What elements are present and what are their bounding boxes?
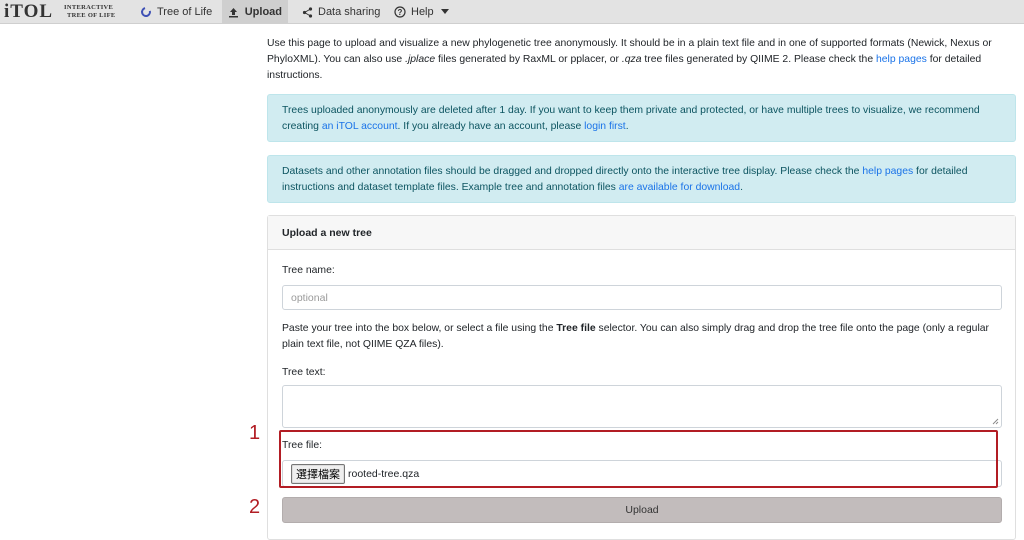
svg-text:?: ?: [398, 8, 403, 17]
nav-help-label: Help: [411, 6, 434, 18]
step-2-marker: 2: [249, 496, 261, 518]
tree-name-input[interactable]: [282, 285, 1002, 310]
create-account-link[interactable]: an iTOL account: [322, 121, 398, 132]
anonymous-upload-alert: Trees uploaded anonymously are deleted a…: [267, 94, 1016, 142]
upload-button[interactable]: Upload: [282, 497, 1002, 523]
alert-text: .: [625, 121, 629, 132]
share-icon: [301, 6, 313, 18]
intro-paragraph: Use this page to upload and visualize a …: [267, 36, 1017, 84]
upload-icon: [228, 6, 240, 18]
tree-file-highlight-box: [279, 430, 998, 488]
nav-tree-of-life[interactable]: Tree of Life: [134, 0, 218, 24]
intro-text: files generated by RaxML or pplacer, or: [435, 54, 622, 65]
help-pages-link[interactable]: help pages: [876, 54, 927, 65]
card-title: Upload a new tree: [268, 216, 1015, 250]
nav-upload[interactable]: Upload: [222, 0, 288, 24]
download-examples-link[interactable]: are available for download: [619, 182, 740, 193]
qza-format: .qza: [621, 54, 642, 65]
intro-text: tree files generated by QIIME 2. Please …: [641, 54, 876, 65]
step-1-marker: 1: [249, 422, 261, 444]
alert-text: Datasets and other annotation files shou…: [282, 166, 863, 177]
nav-upload-label: Upload: [244, 6, 282, 18]
caret-down-icon: [439, 6, 451, 18]
nav-tree-of-life-label: Tree of Life: [157, 6, 213, 18]
nav-help[interactable]: ? Help: [388, 0, 457, 24]
alert-text: .: [740, 182, 743, 193]
paste-instructions: Paste your tree into the box below, or s…: [282, 321, 1002, 353]
tree-text-label: Tree text:: [282, 367, 326, 378]
logo-subtitle-line2: Tree Of Life: [67, 12, 116, 19]
upload-tree-card: Upload a new tree Tree name: Paste your …: [267, 215, 1016, 540]
nav-data-sharing[interactable]: Data sharing: [295, 0, 386, 24]
tree-circle-icon: [139, 5, 153, 19]
nav-data-sharing-label: Data sharing: [318, 6, 381, 18]
help-circle-icon: ?: [394, 6, 406, 18]
logo-main-text: iTOL: [4, 1, 54, 22]
resize-grip-icon[interactable]: [992, 418, 999, 425]
navbar: iTOL Interactive Tree Of Life Tree of Li…: [0, 0, 1024, 24]
tree-text-area[interactable]: [282, 385, 1002, 428]
login-link[interactable]: login first: [584, 121, 626, 132]
instruction-text: Paste your tree into the box below, or s…: [282, 323, 557, 334]
tree-file-emphasis: Tree file: [556, 323, 596, 334]
jplace-format: .jplace: [405, 54, 436, 65]
logo-subtitle-line1: Interactive: [64, 4, 114, 11]
tree-name-label: Tree name:: [282, 265, 335, 276]
alert-text: . If you already have an account, please: [397, 121, 585, 132]
datasets-info-alert: Datasets and other annotation files shou…: [267, 155, 1016, 203]
logo-subtitle: Interactive Tree Of Life: [64, 4, 116, 20]
help-pages-link[interactable]: help pages: [862, 166, 913, 177]
